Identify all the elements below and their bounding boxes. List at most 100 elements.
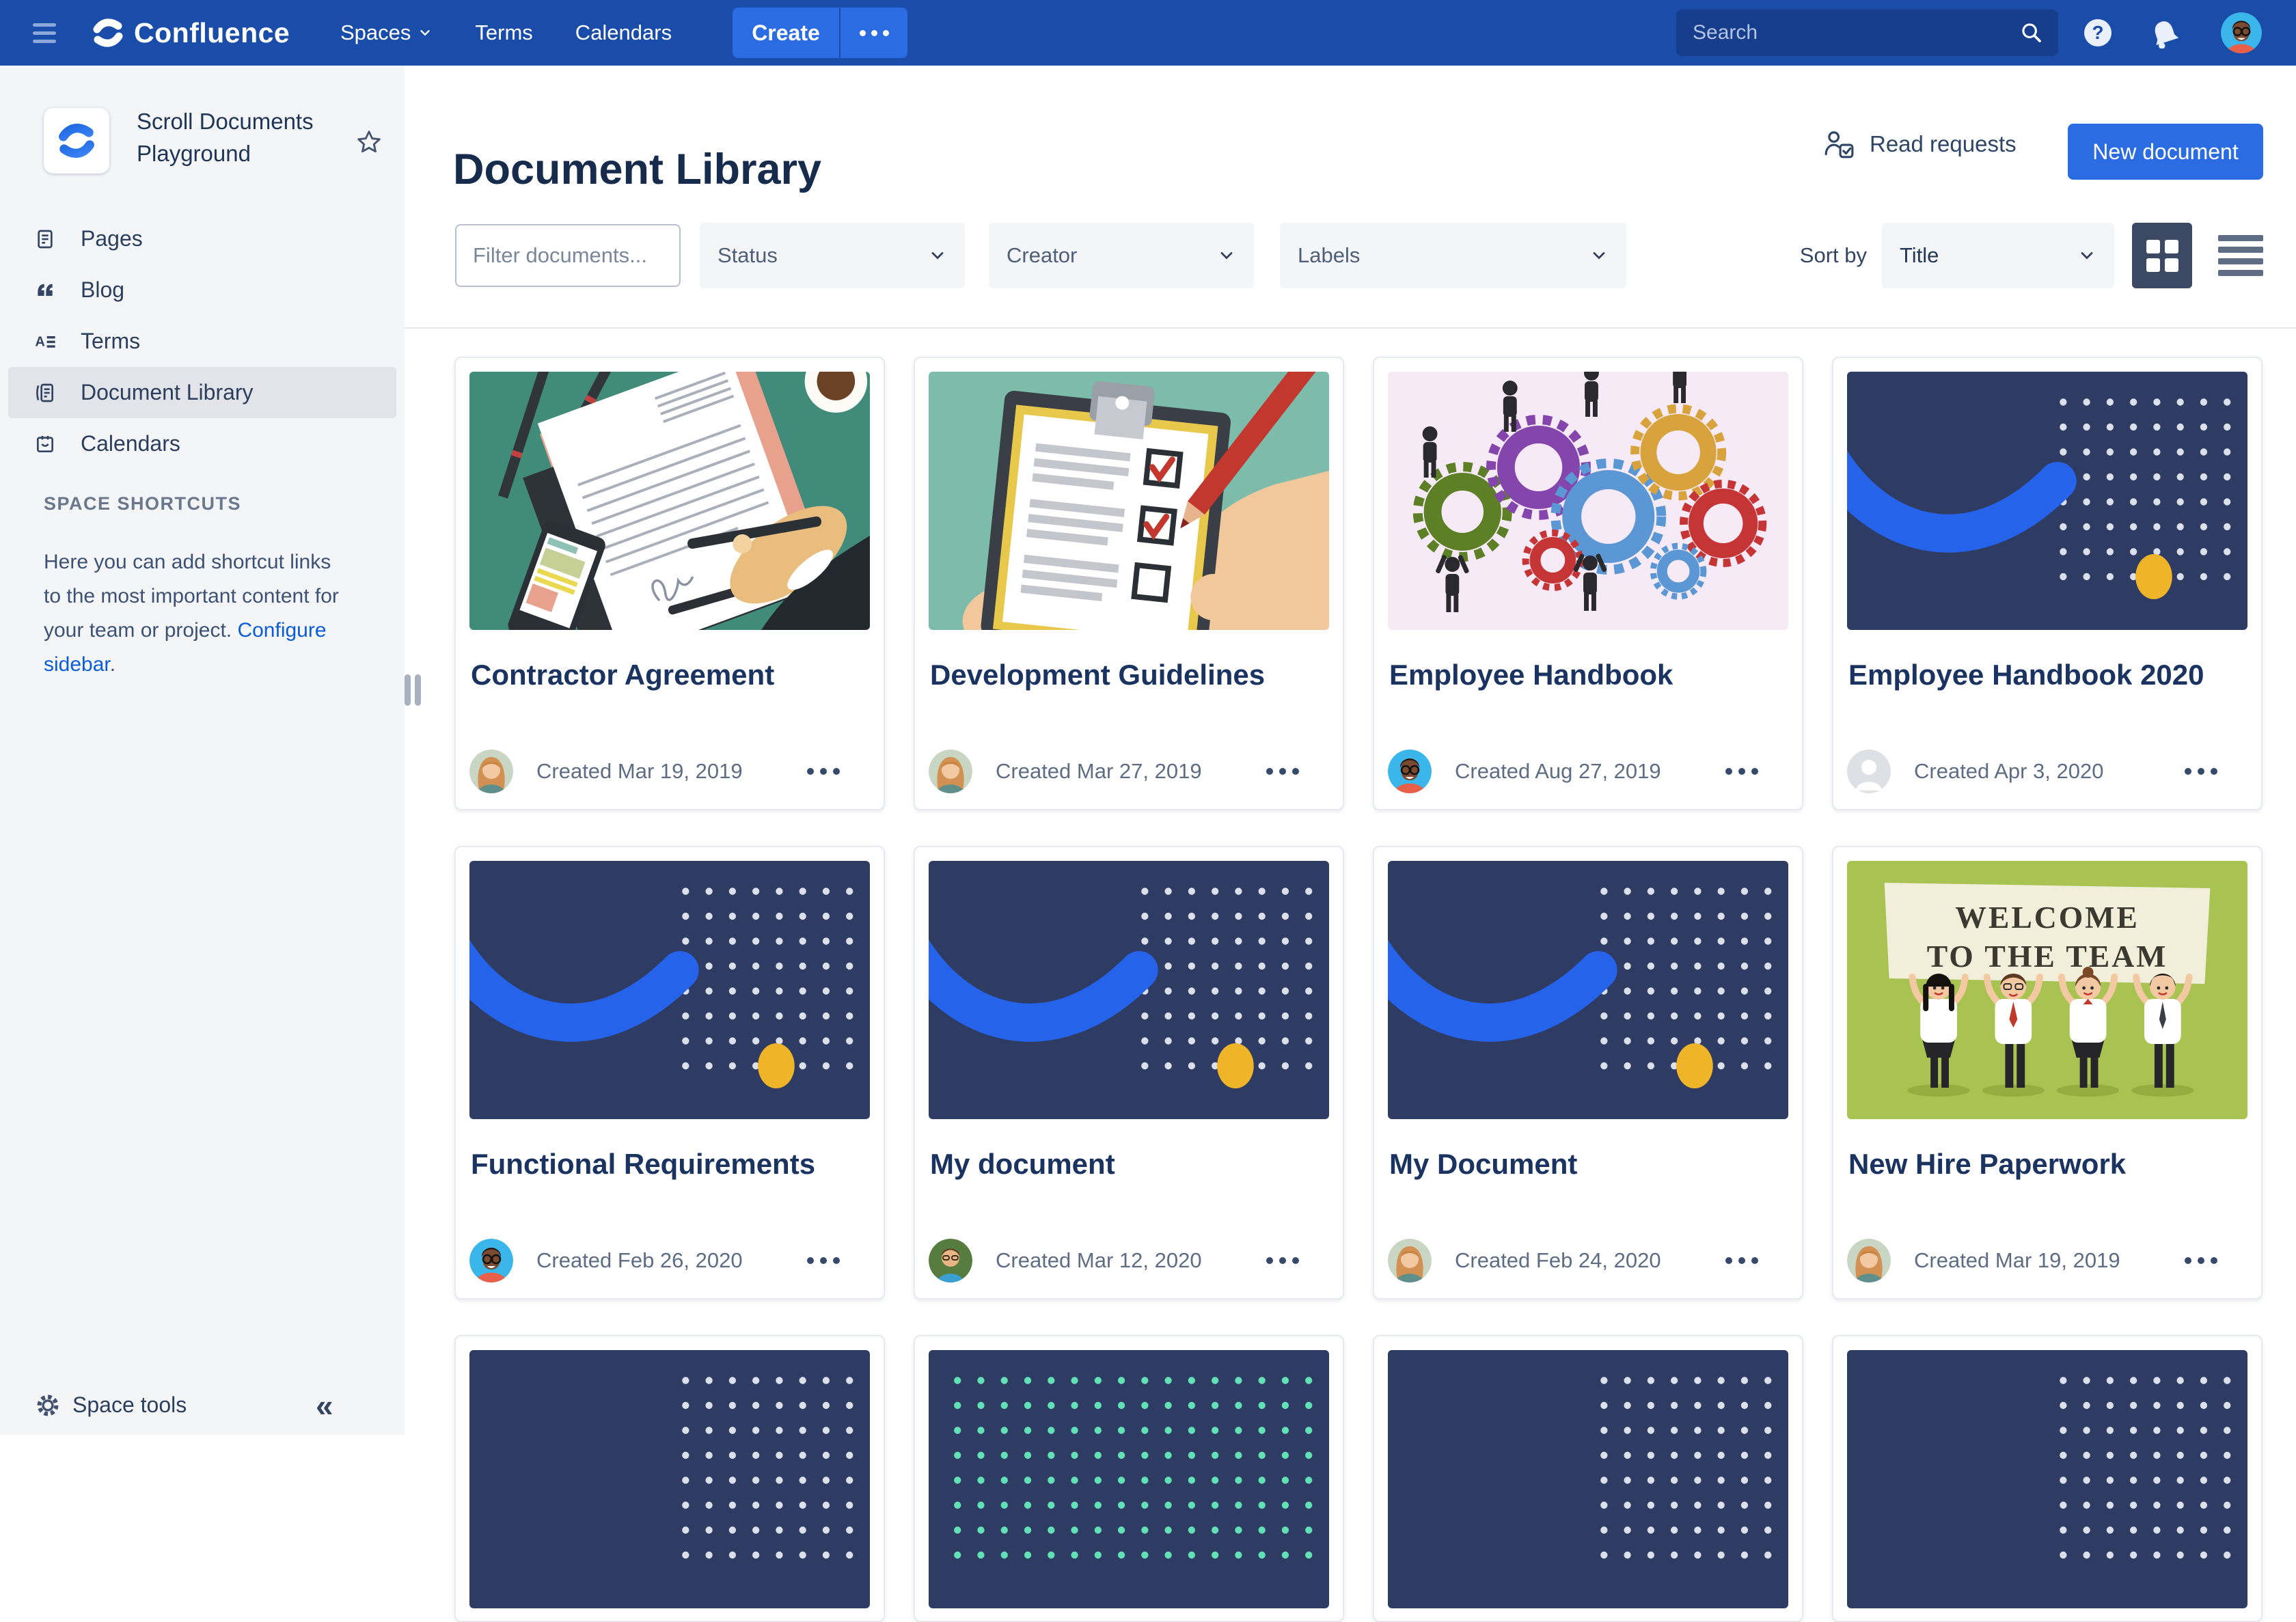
document-card[interactable]: Contractor Agreement Created Mar 19, 201… <box>454 357 885 810</box>
document-card[interactable] <box>1373 1335 1803 1622</box>
chevron-down-icon <box>2077 246 2096 265</box>
created-date: Created Feb 24, 2020 <box>1455 1248 1661 1273</box>
page-icon <box>34 228 56 250</box>
document-title: Contractor Agreement <box>471 659 774 691</box>
card-menu-button[interactable] <box>1266 1257 1299 1264</box>
search-input[interactable] <box>1676 21 2020 44</box>
document-card-grid: Contractor Agreement Created Mar 19, 201… <box>454 357 2263 1622</box>
welcome-cover-illustration: WELCOME TO THE TEAM <box>1847 861 2247 1119</box>
svg-text:TO THE TEAM: TO THE TEAM <box>1927 939 2168 974</box>
document-title: Development Guidelines <box>930 659 1265 691</box>
sort-dropdown[interactable]: Title <box>1882 223 2114 288</box>
creator-avatar <box>1847 750 1891 793</box>
creator-avatar <box>1388 750 1432 793</box>
collapse-sidebar-button[interactable]: « <box>316 1387 333 1424</box>
nav-item-terms[interactable]: Terms <box>475 20 532 45</box>
card-footer: Created Aug 27, 2019 <box>1388 749 1788 794</box>
read-requests-button[interactable]: Read requests <box>1823 128 2017 160</box>
card-menu-button[interactable] <box>2185 768 2217 775</box>
default-cover-illustration <box>1847 372 2247 630</box>
card-menu-button[interactable] <box>1725 1257 1758 1264</box>
space-tools-button[interactable]: Space tools <box>36 1392 187 1418</box>
sort-by-label: Sort by <box>1800 243 1867 268</box>
app-switcher-menu-icon[interactable] <box>33 19 59 46</box>
creator-avatar <box>929 1239 972 1282</box>
document-card[interactable]: My document Created Mar 12, 2020 <box>914 846 1344 1300</box>
card-menu-button[interactable] <box>1725 768 1758 775</box>
user-avatar[interactable] <box>2221 12 2262 53</box>
new-document-button[interactable]: New document <box>2068 124 2263 180</box>
document-card[interactable]: Functional Requirements Created Feb 26, … <box>454 846 885 1300</box>
create-button-group: Create <box>733 8 907 58</box>
document-title: Functional Requirements <box>471 1148 815 1181</box>
nav-item-spaces[interactable]: Spaces <box>340 20 433 45</box>
sidebar-item-pages[interactable]: Pages <box>0 213 405 264</box>
labels-dropdown[interactable]: Labels <box>1280 223 1626 288</box>
card-menu-button[interactable] <box>807 768 840 775</box>
created-date: Created Mar 27, 2019 <box>996 759 1202 784</box>
status-dropdown[interactable]: Status <box>700 223 965 288</box>
calendar-icon <box>34 433 56 455</box>
card-footer: Created Mar 27, 2019 <box>929 749 1329 794</box>
grid-icon <box>2146 240 2160 253</box>
card-menu-button[interactable] <box>807 1257 840 1264</box>
glossary-icon: A <box>34 331 56 353</box>
notifications-bell-icon[interactable] <box>2150 18 2180 49</box>
help-icon[interactable]: ? <box>2084 19 2112 46</box>
sidebar-item-calendars[interactable]: Calendars <box>0 418 405 469</box>
document-card[interactable] <box>454 1335 885 1622</box>
created-date: Created Mar 19, 2019 <box>1914 1248 2120 1273</box>
document-card[interactable]: Development Guidelines Created Mar 27, 2… <box>914 357 1344 810</box>
document-card[interactable] <box>1832 1335 2263 1622</box>
confluence-space-icon <box>57 121 96 161</box>
favorite-star-icon[interactable] <box>355 128 383 156</box>
document-card[interactable]: My Document Created Feb 24, 2020 <box>1373 846 1803 1300</box>
card-footer: Created Mar 12, 2020 <box>929 1238 1329 1283</box>
top-navigation-bar: Confluence Spaces Terms Calendars Create… <box>0 0 2296 66</box>
create-more-button[interactable] <box>839 8 907 58</box>
document-card[interactable]: Employee Handbook Created Aug 27, 2019 <box>1373 357 1803 810</box>
created-date: Created Apr 3, 2020 <box>1914 759 2103 784</box>
confluence-logo[interactable]: Confluence <box>92 0 290 66</box>
nav-item-calendars[interactable]: Calendars <box>575 20 672 45</box>
grid-view-button[interactable] <box>2132 223 2192 288</box>
list-view-button[interactable] <box>2218 235 2263 276</box>
card-footer: Created Mar 19, 2019 <box>469 749 870 794</box>
sidebar-item-document-library[interactable]: Document Library <box>8 367 396 418</box>
sidebar-resize-handle[interactable] <box>405 674 422 709</box>
document-title: My document <box>930 1148 1115 1181</box>
svg-text:A: A <box>35 334 44 349</box>
mint-dots-cover-illustration <box>929 1350 1329 1608</box>
search-icon[interactable] <box>2020 21 2043 44</box>
svg-text:WELCOME: WELCOME <box>1955 900 2140 935</box>
default-cover-illustration <box>1388 861 1788 1119</box>
default-cover-illustration <box>469 861 870 1119</box>
ellipsis-icon <box>860 30 866 36</box>
document-title: Employee Handbook <box>1389 659 1673 691</box>
filter-documents-input[interactable] <box>455 224 681 287</box>
creator-avatar <box>929 750 972 793</box>
created-date: Created Mar 12, 2020 <box>996 1248 1202 1273</box>
sidebar-item-terms[interactable]: A Terms <box>0 316 405 367</box>
sidebar-item-blog[interactable]: Blog <box>0 264 405 316</box>
default-cover-illustration <box>929 861 1329 1119</box>
toolbar-divider <box>405 327 2296 329</box>
card-menu-button[interactable] <box>1266 768 1299 775</box>
checklist-cover-illustration <box>929 372 1329 630</box>
document-title: Employee Handbook 2020 <box>1848 659 2204 691</box>
card-menu-button[interactable] <box>2185 1257 2217 1264</box>
creator-dropdown[interactable]: Creator <box>989 223 1254 288</box>
gear-icon <box>36 1393 60 1418</box>
document-card[interactable]: Employee Handbook 2020 Created Apr 3, 20… <box>1832 357 2263 810</box>
nav-links: Spaces Terms Calendars <box>340 0 672 66</box>
document-card[interactable] <box>914 1335 1344 1622</box>
sidebar-menu: Pages Blog A Terms <box>0 213 405 469</box>
create-button[interactable]: Create <box>733 8 839 58</box>
contract-cover-illustration <box>469 372 870 630</box>
space-logo[interactable] <box>44 108 109 174</box>
chevron-down-icon <box>418 25 433 40</box>
space-name[interactable]: Scroll Documents Playground <box>137 105 355 169</box>
document-card[interactable]: WELCOME TO THE TEAM New Hire Paperwork C… <box>1832 846 2263 1300</box>
dots-cover-illustration <box>1847 1350 2247 1608</box>
list-icon <box>2218 235 2263 241</box>
